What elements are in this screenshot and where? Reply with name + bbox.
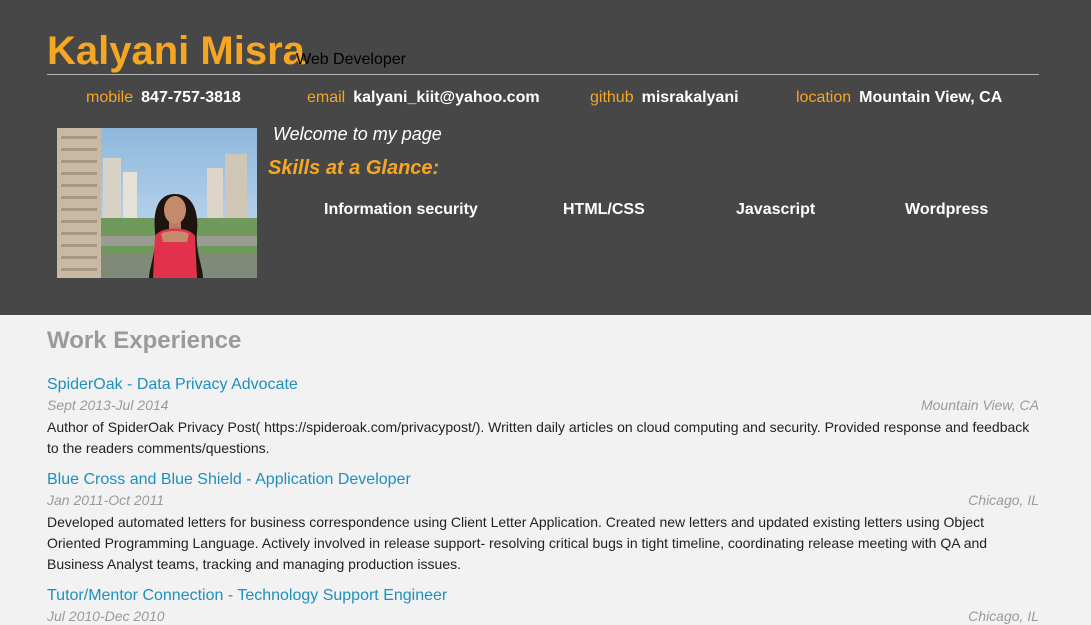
- job-description: Author of SpiderOak Privacy Post( https:…: [47, 419, 1030, 456]
- contact-mobile-label: mobile: [86, 89, 134, 106]
- profile-photo: [57, 128, 257, 278]
- skills-heading: Skills at a Glance:: [268, 157, 440, 179]
- job-dates: Jul 2010-Dec 2010: [47, 608, 165, 624]
- job-dates: Jan 2011-Oct 2011: [47, 492, 165, 508]
- contact-email-value[interactable]: kalyani_kiit@yahoo.com: [353, 89, 539, 106]
- name-row: Kalyani Misra Web Developer: [47, 28, 1039, 75]
- welcome-text: Welcome to my page: [273, 124, 442, 144]
- contact-mobile-value[interactable]: 847-757-3818: [141, 89, 241, 106]
- contact-github-value[interactable]: misrakalyani: [642, 89, 739, 106]
- contact-email: email kalyani_kiit@yahoo.com: [307, 88, 540, 108]
- contact-location-label: location: [796, 89, 852, 106]
- job-title-link[interactable]: Tutor/Mentor Connection - Technology Sup…: [47, 586, 447, 606]
- skill-item: Information security: [324, 201, 478, 218]
- job-dates: Sept 2013-Jul 2014: [47, 397, 169, 413]
- job-description: Developed automated letters for business…: [47, 514, 988, 572]
- person-name: Kalyani Misra: [47, 29, 305, 73]
- contact-github-label: github: [590, 89, 634, 106]
- contact-location-value: Mountain View, CA: [859, 89, 1003, 106]
- skill-item: HTML/CSS: [563, 201, 645, 218]
- contact-mobile: mobile 847-757-3818: [86, 88, 241, 108]
- skill-item: Javascript: [736, 201, 816, 218]
- contact-email-label: email: [307, 89, 346, 106]
- job-location: Chicago, IL: [968, 492, 1039, 508]
- job-location: Mountain View, CA: [920, 397, 1039, 413]
- job-location: Chicago, IL: [968, 608, 1039, 624]
- contact-github: github misrakalyani: [590, 88, 739, 108]
- work-experience-heading: Work Experience: [47, 327, 242, 354]
- job-title-link[interactable]: SpiderOak - Data Privacy Advocate: [47, 375, 298, 395]
- job-title-link[interactable]: Blue Cross and Blue Shield - Application…: [47, 470, 411, 490]
- skill-item: Wordpress: [905, 201, 989, 218]
- person-role: Web Developer: [296, 51, 406, 68]
- contact-location: location Mountain View, CA: [796, 88, 1002, 108]
- header: Kalyani Misra Web Developer mobile 847-75…: [0, 0, 1091, 315]
